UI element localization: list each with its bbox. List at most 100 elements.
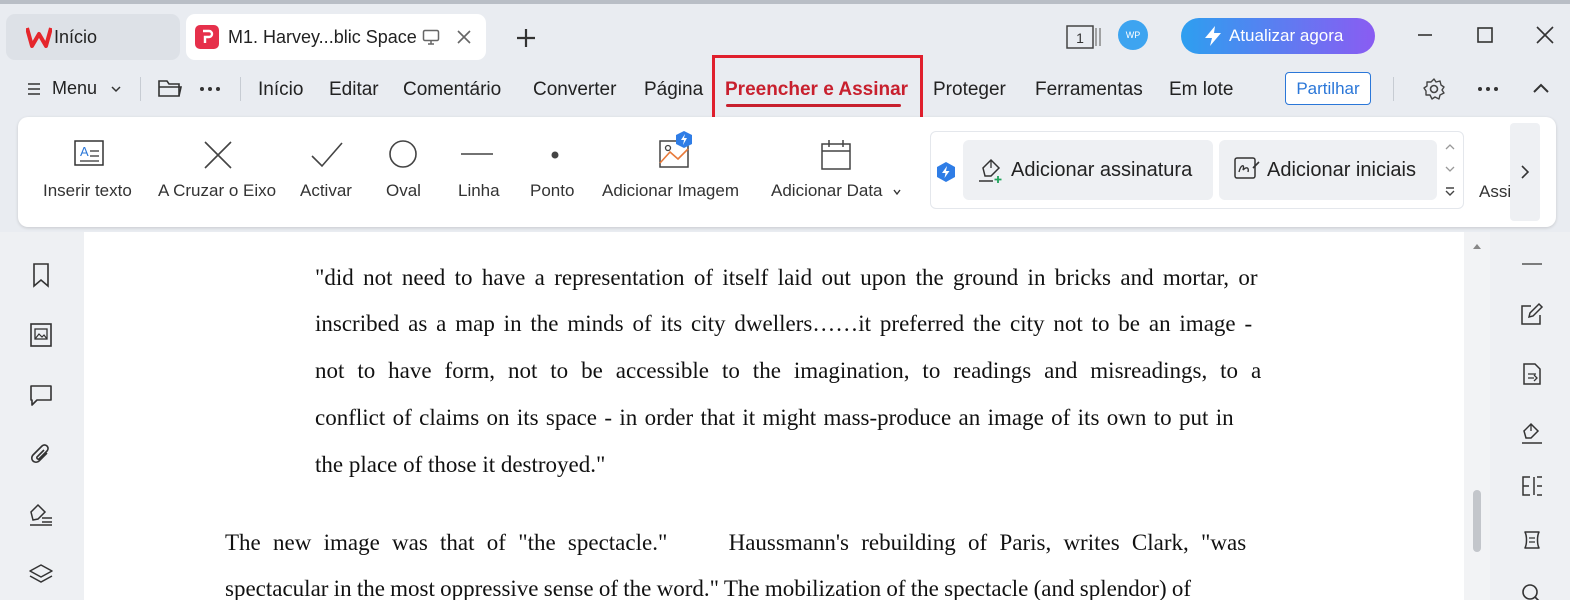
menu-item-inicio[interactable]: Início: [258, 79, 303, 101]
check-tool[interactable]: Activar: [298, 117, 358, 227]
signature-group: Adicionar assinatura Adicionar iniciais: [930, 131, 1464, 209]
chevron-down-icon: [893, 189, 901, 196]
attachment-icon[interactable]: [28, 442, 54, 468]
hamburger-icon: [28, 83, 40, 95]
wps-logo-icon: [26, 27, 52, 48]
line-tool[interactable]: Linha: [454, 117, 504, 227]
upgrade-button[interactable]: Atualizar agora: [1181, 18, 1375, 54]
add-signature-button[interactable]: Adicionar assinatura: [963, 140, 1213, 200]
initials-icon: [1234, 157, 1260, 179]
insert-text-label: Inserir texto: [43, 181, 132, 200]
document-page[interactable]: "did not need to have a representation o…: [84, 232, 1464, 600]
edit-icon[interactable]: [1520, 302, 1544, 326]
more-menu-icon[interactable]: [1476, 85, 1500, 93]
gallery-scroll-icon[interactable]: [1443, 140, 1457, 200]
menu-item-ferramentas[interactable]: Ferramentas: [1035, 79, 1143, 101]
more-options-icon[interactable]: [198, 85, 222, 93]
signature-pen-icon: [979, 158, 1002, 183]
cross-label: A Cruzar o Eixo: [158, 181, 277, 200]
quote-line-3: not to have form, not to be accessible t…: [315, 358, 1262, 383]
add-image-icon: [659, 131, 692, 168]
quote-line-1: "did not need to have a representation o…: [315, 265, 1258, 290]
page-count-icon[interactable]: 1: [1066, 24, 1102, 50]
add-date-tool[interactable]: Adicionar Data: [770, 117, 904, 227]
line-label: Linha: [458, 181, 500, 200]
cross-tool[interactable]: A Cruzar o Eixo: [156, 117, 280, 227]
comment-icon[interactable]: [28, 382, 54, 408]
dot-label: Ponto: [530, 181, 575, 200]
right-sidebar: [1490, 232, 1570, 600]
line-icon: [461, 153, 493, 155]
divider: [240, 77, 241, 101]
divider: [1393, 77, 1394, 101]
calendar-icon: [821, 140, 851, 170]
insert-text-icon: A: [74, 140, 104, 166]
ribbon-scroll-right[interactable]: [1510, 123, 1540, 221]
oval-tool[interactable]: Oval: [384, 117, 428, 227]
menu-item-proteger[interactable]: Proteger: [933, 79, 1006, 101]
scrollbar-thumb[interactable]: [1473, 490, 1481, 552]
cross-icon: [204, 141, 232, 169]
lightning-icon: [1205, 26, 1221, 46]
add-image-tool[interactable]: Adicionar Imagem: [602, 117, 752, 227]
avatar[interactable]: WP: [1118, 20, 1148, 50]
add-date-label: Adicionar Data: [771, 181, 883, 200]
left-sidebar: [0, 232, 84, 600]
tab-home[interactable]: Início: [6, 14, 180, 60]
layers-icon[interactable]: [28, 562, 54, 588]
new-tab-icon[interactable]: [512, 24, 540, 52]
page-count: 1: [1076, 30, 1084, 46]
open-folder-icon[interactable]: [157, 77, 183, 99]
compare-icon[interactable]: [1520, 474, 1544, 498]
screen-icon[interactable]: [422, 28, 440, 46]
gear-icon[interactable]: [1422, 77, 1446, 101]
close-tab-icon[interactable]: [454, 27, 474, 47]
add-image-label: Adicionar Imagem: [602, 181, 740, 200]
bookmark-icon[interactable]: [28, 262, 54, 288]
search-icon[interactable]: [1520, 582, 1544, 600]
thumbnail-icon[interactable]: [28, 322, 54, 348]
menu-item-pagina[interactable]: Página: [644, 79, 703, 101]
menu-item-comentario[interactable]: Comentário: [403, 79, 501, 101]
menu-item-converter[interactable]: Converter: [533, 79, 616, 101]
collapse-panel-icon[interactable]: [1520, 252, 1544, 276]
chevron-right-icon: [1521, 165, 1530, 179]
minimize-icon[interactable]: [1414, 24, 1436, 46]
document-convert-icon[interactable]: [1520, 362, 1544, 386]
menu-item-editar[interactable]: Editar: [329, 79, 379, 101]
upgrade-label: Atualizar agora: [1229, 26, 1344, 45]
add-initials-button[interactable]: Adicionar iniciais: [1219, 140, 1437, 200]
add-signature-label: Adicionar assinatura: [1011, 158, 1193, 181]
menu-button[interactable]: Menu: [52, 78, 97, 99]
svg-text:A: A: [80, 144, 89, 159]
quote-line-5: the place of those it destroyed.": [315, 452, 606, 477]
insert-text-tool[interactable]: A Inserir texto: [42, 117, 138, 227]
body-line-1: The new image was that of "the spectacle…: [225, 530, 1247, 555]
tab-home-label: Início: [54, 26, 98, 47]
divider: [140, 77, 141, 101]
quote-line-2: inscribed as a map in the minds of its c…: [315, 311, 1253, 336]
menu-item-em-lote[interactable]: Em lote: [1169, 79, 1233, 101]
maximize-icon[interactable]: [1474, 24, 1496, 46]
collapse-ribbon-icon[interactable]: [1531, 80, 1551, 96]
close-window-icon[interactable]: [1534, 24, 1556, 46]
window-top-edge: [0, 0, 1570, 4]
tab-document[interactable]: M1. Harvey...blic Space: [186, 14, 486, 60]
tab-document-label: M1. Harvey...blic Space: [228, 26, 417, 47]
signature-panel-icon[interactable]: [28, 502, 54, 528]
add-initials-label: Adicionar iniciais: [1267, 158, 1416, 181]
oval-icon: [389, 140, 417, 168]
share-button[interactable]: Partilhar: [1285, 72, 1371, 105]
body-line-2: spectacular in the most oppressive sense…: [225, 576, 1192, 600]
dot-tool[interactable]: Ponto: [528, 117, 582, 227]
checkmark-icon: [311, 142, 343, 168]
ribbon-toolbar: A Inserir texto A Cruzar o Eixo Activar …: [18, 117, 1556, 227]
oval-label: Oval: [386, 181, 421, 200]
truncated-tool-label[interactable]: Assi: [1479, 182, 1511, 202]
chevron-down-icon[interactable]: [110, 84, 122, 94]
scroll-up-icon[interactable]: [1472, 242, 1482, 250]
dot-icon: [551, 151, 559, 159]
sign-pen-icon[interactable]: [1520, 422, 1544, 446]
scroll-icon[interactable]: [1520, 528, 1544, 552]
pdf-file-icon: [195, 25, 219, 49]
